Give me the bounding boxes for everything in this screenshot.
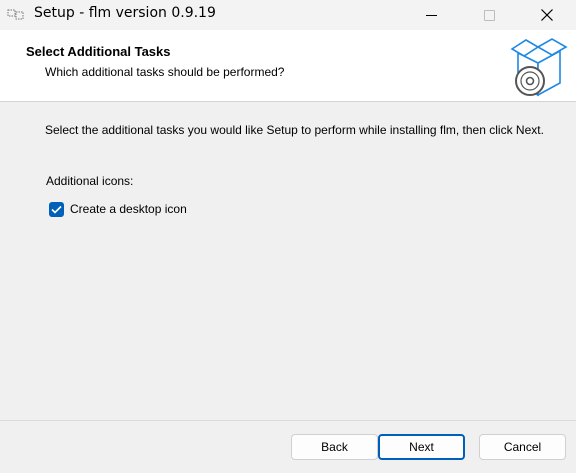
minimize-button[interactable] bbox=[402, 0, 460, 30]
page-title: Select Additional Tasks bbox=[26, 44, 171, 59]
cancel-button[interactable]: Cancel bbox=[479, 434, 566, 460]
maximize-button[interactable] bbox=[460, 0, 518, 30]
footer-divider bbox=[0, 420, 576, 421]
setup-window: Setup - flm version 0.9.19 Select Additi… bbox=[0, 0, 576, 473]
minimize-icon bbox=[425, 14, 437, 16]
page-subtitle: Which additional tasks should be perform… bbox=[45, 65, 285, 79]
box-disc-icon bbox=[510, 38, 568, 97]
setup-app-icon bbox=[7, 9, 24, 20]
checkmark-icon bbox=[51, 205, 62, 214]
back-button[interactable]: Back bbox=[291, 434, 378, 460]
task-description: Select the additional tasks you would li… bbox=[45, 123, 544, 137]
desktop-icon-checkbox[interactable] bbox=[49, 201, 64, 217]
maximize-icon bbox=[483, 9, 495, 21]
window-title: Setup - flm version 0.9.19 bbox=[34, 5, 216, 21]
close-icon bbox=[541, 9, 553, 21]
additional-icons-label: Additional icons: bbox=[46, 174, 134, 188]
desktop-icon-label: Create a desktop icon bbox=[70, 202, 187, 216]
desktop-icon-option[interactable]: Create a desktop icon bbox=[49, 200, 187, 218]
title-bar: Setup - flm version 0.9.19 bbox=[0, 0, 576, 30]
next-button[interactable]: Next bbox=[378, 434, 465, 460]
wizard-header: Select Additional Tasks Which additional… bbox=[0, 30, 576, 102]
close-button[interactable] bbox=[518, 0, 576, 30]
